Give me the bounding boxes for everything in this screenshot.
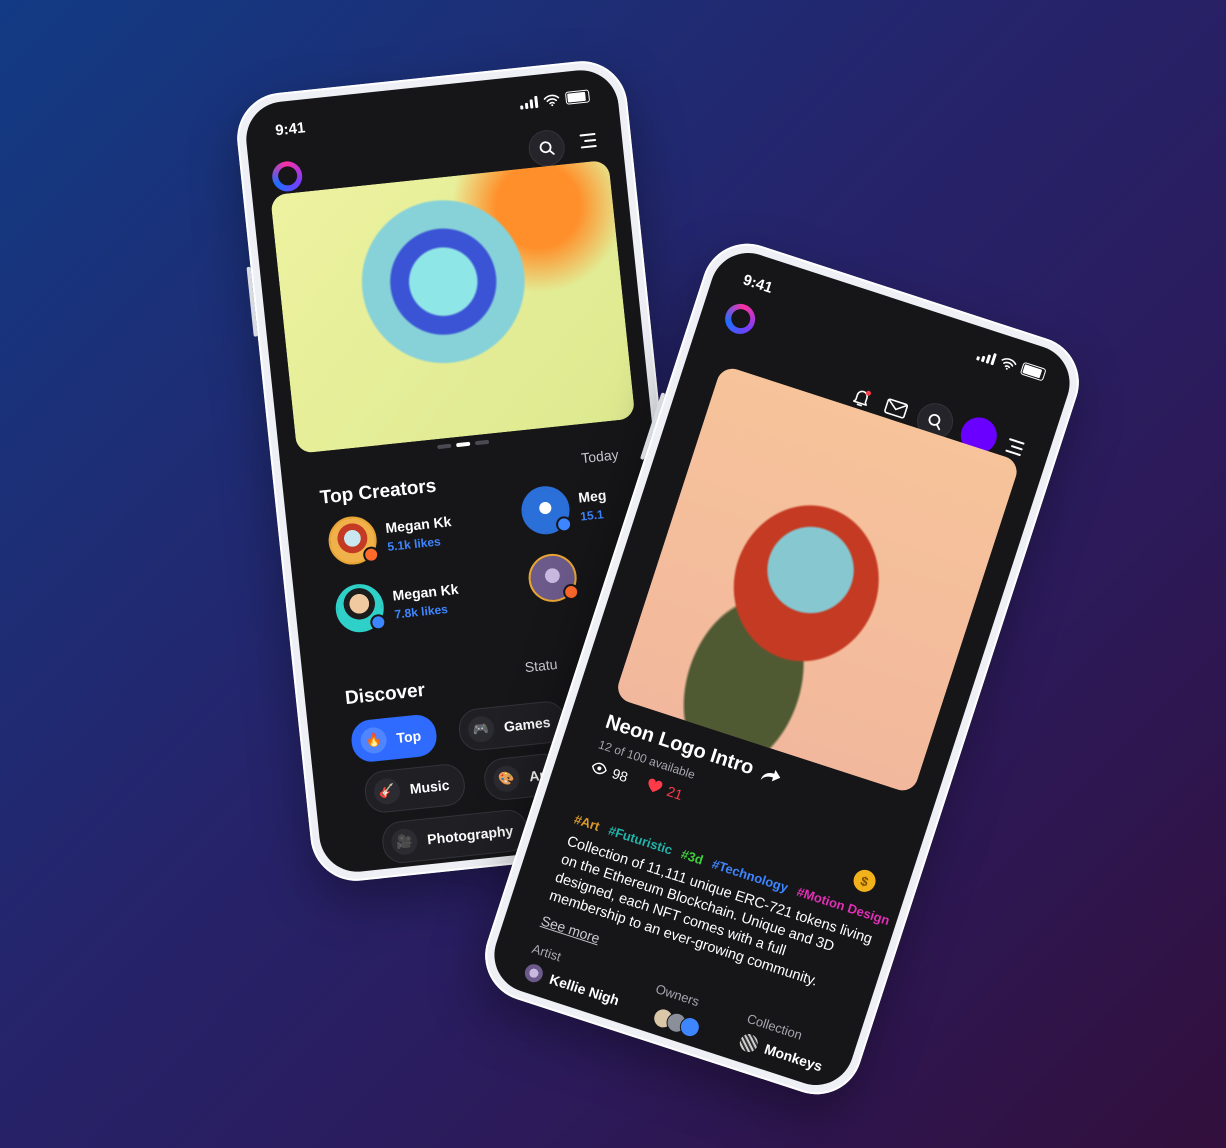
app-logo-icon[interactable] [270,159,304,193]
tag[interactable]: #3d [679,846,705,867]
share-icon[interactable] [760,765,784,786]
verified-badge-icon [555,515,573,534]
chip-music[interactable]: 🎸 Music [362,762,467,815]
views-count: 98 [610,765,630,786]
verified-badge-icon [369,613,388,632]
mail-icon [884,398,909,419]
artist-value[interactable]: Kellie Nigh [522,961,622,1010]
carousel-dot[interactable] [474,439,490,446]
guitar-icon: 🎸 [372,777,402,806]
collection-value[interactable]: Monkeys [737,1031,825,1076]
artist-label: Artist [530,940,564,965]
fire-badge-icon [362,545,381,564]
signal-icon [976,348,998,365]
battery-icon [1019,361,1047,382]
menu-icon[interactable] [1003,437,1025,457]
search-icon [539,141,555,155]
chip-label: Music [409,776,451,797]
creator-item[interactable]: Megan Kk 7.8k likes [333,574,461,635]
search-button[interactable] [526,128,567,168]
views-stat: 98 [589,758,630,785]
app-logo-icon[interactable] [721,300,760,338]
discover-filter[interactable]: Statu [524,656,558,675]
avatar [526,551,580,605]
signal-icon [519,95,539,110]
status-time: 9:41 [274,119,307,140]
likes-count: 21 [664,782,685,803]
coin-icon[interactable]: $ [850,867,879,895]
likes-stat[interactable]: 21 [644,776,685,803]
eye-icon [591,762,607,775]
avatar [519,483,573,537]
artist-avatar [522,961,546,985]
creator-name: Meg [577,486,608,506]
chip-photography[interactable]: 🎥 Photography [380,807,531,865]
creator-name: Megan Kk [391,580,460,604]
discover-title: Discover [344,679,427,710]
status-icons [519,89,591,110]
chip-label: Photography [426,822,514,848]
carousel-dot[interactable] [437,443,452,450]
fire-badge-icon [562,583,580,601]
creator-item[interactable]: Megan Kk 5.1k likes [326,506,454,567]
avatar [333,581,388,635]
collection-name: Monkeys [762,1040,825,1075]
tab-properties[interactable]: Properties [573,1026,644,1063]
creator-likes: 7.8k likes [393,602,449,622]
tab-comments[interactable]: Comments [663,1056,737,1094]
detail-tabs: Offers Properties Comments [509,1006,737,1094]
creator-likes: 5.1k likes [386,534,442,554]
palette-icon: 🎨 [492,764,521,794]
hero-artwork[interactable] [270,159,636,454]
gamepad-icon: 🎮 [466,714,496,744]
heart-icon [648,778,662,792]
chip-label: Games [503,713,552,735]
camera-icon: 🎥 [390,827,419,857]
fire-icon: 🔥 [359,726,388,755]
creators-filter[interactable]: Today [580,446,619,466]
wifi-icon [1001,357,1017,370]
creator-item[interactable] [526,551,580,605]
creator-name: Megan Kk [384,513,453,536]
battery-icon [564,89,591,105]
search-icon [928,414,941,431]
top-creators-title: Top Creators [318,475,438,509]
status-time: 9:41 [740,271,775,297]
menu-icon[interactable] [577,132,597,149]
chip-top[interactable]: 🔥 Top [349,713,439,764]
owners-avatars[interactable] [650,1005,703,1040]
artist-name: Kellie Nigh [547,970,622,1009]
wifi-icon [543,94,560,106]
collection-avatar [737,1031,761,1055]
creator-likes: 15.1 [579,507,605,524]
tab-offers[interactable]: Offers [509,1006,553,1034]
owners-label: Owners [653,981,702,1010]
tag[interactable]: #Art [572,812,601,834]
creator-item[interactable]: Meg 15.1 [519,480,610,537]
carousel-dot-active[interactable] [456,441,471,448]
avatar [326,514,381,567]
status-icons [976,347,1047,382]
carousel-dots[interactable] [437,439,490,450]
chip-label: Top [395,727,422,746]
